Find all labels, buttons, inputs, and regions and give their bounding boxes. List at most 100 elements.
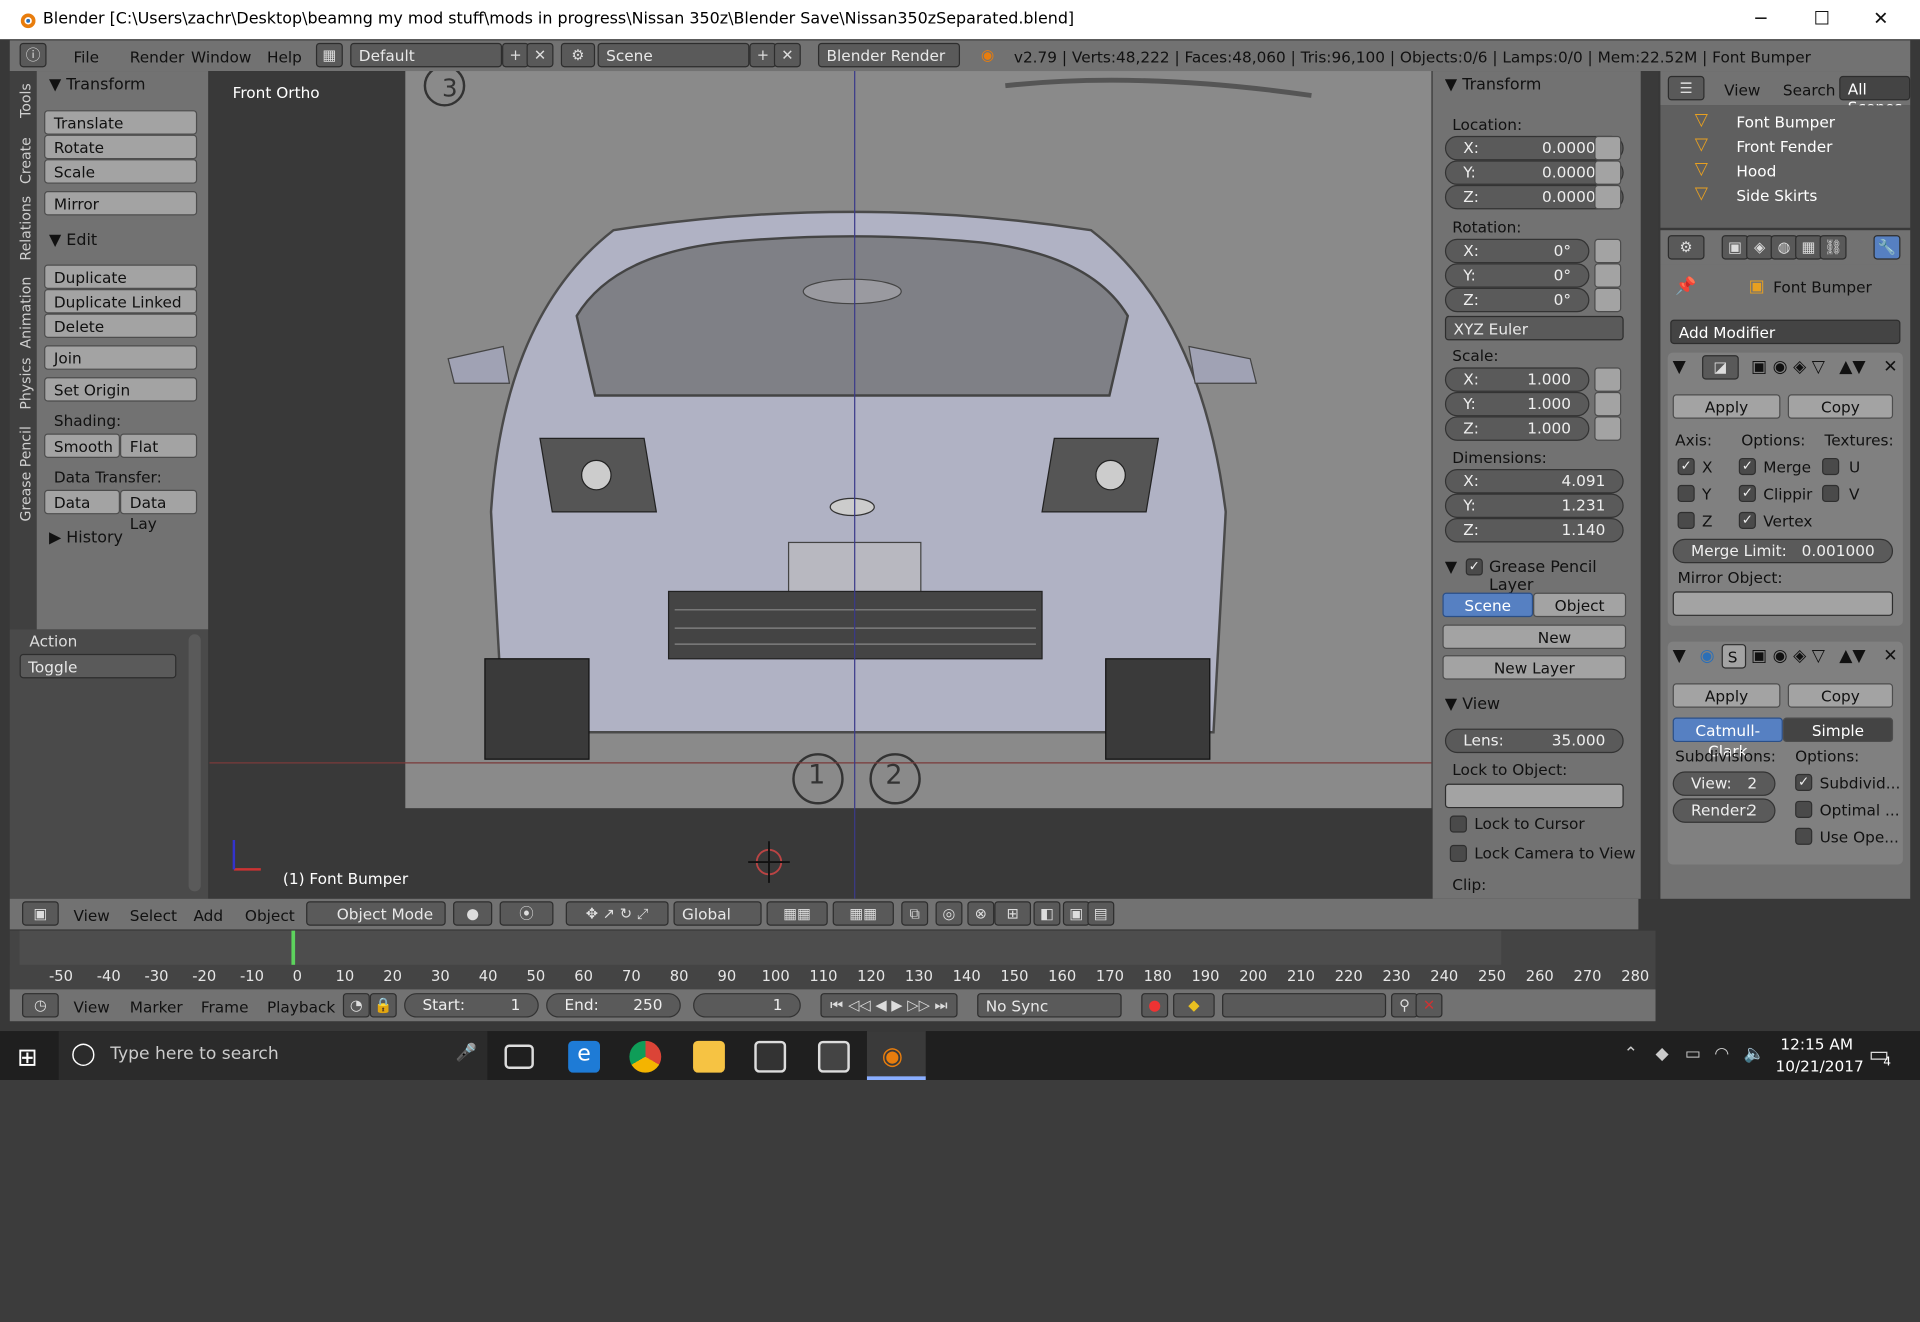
set-origin-dropdown[interactable]: Set Origin [44, 377, 198, 402]
layers-grid2-icon[interactable]: ▦▦ [832, 901, 894, 926]
lock-to-cursor-checkbox[interactable] [1449, 815, 1467, 833]
clock-date[interactable]: 10/21/2017 [1776, 1057, 1864, 1075]
operator-scrollbar[interactable] [188, 634, 201, 892]
record-icon[interactable]: ● [1141, 993, 1169, 1018]
rotate-button[interactable]: Rotate [44, 134, 198, 160]
texture-v-checkbox[interactable] [1822, 484, 1840, 503]
editor-type-icon[interactable]: ⓘ [19, 42, 47, 68]
menu-select[interactable]: Select [130, 906, 177, 924]
timeline-menu-marker[interactable]: Marker [130, 998, 183, 1016]
menu-file[interactable]: File [73, 48, 99, 66]
dimensions-z-field[interactable]: Z: 1.140 [1444, 517, 1624, 543]
menu-render[interactable]: Render [130, 48, 185, 66]
mirror-collapse-icon[interactable]: ▼ [1673, 358, 1686, 378]
chrome-icon[interactable] [629, 1040, 662, 1073]
simple-button[interactable]: Simple [1782, 717, 1894, 743]
lock-to-object-field[interactable] [1444, 783, 1624, 809]
rotation-z-field[interactable]: Z: 0° [1444, 287, 1590, 313]
clock-time[interactable]: 12:15 AM [1780, 1035, 1853, 1053]
view-panel-title[interactable]: ▼ View [1445, 696, 1500, 714]
delete-button[interactable]: Delete [44, 313, 198, 338]
object-context-icon[interactable]: ▦ [1795, 235, 1823, 260]
render-engine-select[interactable]: Blender Render [817, 42, 961, 68]
mirror-copy-button[interactable]: Copy [1787, 394, 1894, 419]
subsurf-visibility-icons[interactable]: ▣ ◉ ◈ ▽ [1751, 647, 1825, 667]
outliner-search-menu[interactable]: Search [1783, 81, 1836, 99]
3d-view-editor-icon[interactable]: ▣ [22, 901, 59, 926]
outliner-display-select[interactable]: All Scenes [1839, 75, 1911, 116]
snap-icon[interactable]: ⊗ [967, 901, 995, 926]
scene-context-icon[interactable]: ◈ [1746, 235, 1774, 260]
add-modifier-select[interactable]: Add Modifier [1670, 319, 1901, 345]
n-panel-scrollbar[interactable] [1640, 71, 1658, 899]
properties-editor-icon[interactable]: ⚙ [1667, 235, 1705, 260]
viewport-shading-icon[interactable]: ● [453, 901, 493, 926]
gp-object-button[interactable]: Object [1533, 592, 1627, 618]
lock-scale-y-icon[interactable] [1594, 391, 1622, 417]
menu-window[interactable]: Window [191, 48, 251, 66]
timeline-menu-view[interactable]: View [73, 998, 109, 1016]
modifier-context-icon[interactable]: 🔧 [1873, 235, 1901, 260]
lock-rotation-y-icon[interactable] [1594, 263, 1622, 288]
scene-add-icon[interactable]: + [749, 42, 777, 68]
menu-view[interactable]: View [73, 906, 109, 924]
proportional-edit-icon[interactable]: ◎ [935, 901, 963, 926]
mail-icon[interactable] [817, 1040, 850, 1073]
axis-x-checkbox[interactable]: ✓ [1677, 457, 1695, 476]
view-levels-field[interactable]: View: 2 [1672, 771, 1776, 796]
outliner-item[interactable]: ▽ Font Bumper [1660, 110, 1910, 134]
scale-button[interactable]: Scale [44, 159, 198, 184]
tray-chevron-icon[interactable]: ⌃ [1624, 1044, 1638, 1064]
translate-button[interactable]: Translate [44, 110, 198, 135]
delete-keyframe-icon[interactable]: ✕ [1415, 993, 1443, 1018]
lock-rotation-z-icon[interactable] [1594, 287, 1622, 313]
axis-y-checkbox[interactable] [1677, 484, 1695, 503]
edit-panel-title[interactable]: ▼ Edit [49, 231, 97, 249]
lock-location-y-icon[interactable] [1594, 160, 1622, 185]
task-view-icon[interactable] [504, 1044, 534, 1069]
sync-mode-select[interactable]: No Sync [977, 993, 1122, 1018]
vertex-groups-checkbox[interactable]: ✓ [1738, 511, 1756, 529]
n-transform-title[interactable]: ▼ Transform [1445, 76, 1542, 94]
use-preview-range-icon[interactable]: ◔ [342, 993, 370, 1018]
mirror-apply-button[interactable]: Apply [1672, 394, 1781, 419]
keying-set-field[interactable] [1222, 993, 1387, 1018]
screen-add-icon[interactable]: + [502, 42, 529, 68]
pin-icon[interactable]: 📌 [1675, 277, 1696, 297]
close-button[interactable]: ✕ [1866, 7, 1895, 31]
axis-z-checkbox[interactable] [1677, 511, 1695, 529]
data-button[interactable]: Data [44, 489, 121, 515]
clipping-checkbox[interactable]: ✓ [1738, 484, 1756, 503]
world-context-icon[interactable]: ◍ [1770, 235, 1798, 260]
lock-rotation-x-icon[interactable] [1594, 238, 1622, 264]
dimensions-y-field[interactable]: Y: 1.231 [1444, 493, 1624, 518]
render-context-icon[interactable]: ▣ [1721, 235, 1749, 260]
scene-remove-icon[interactable]: ✕ [773, 42, 801, 68]
outliner-item[interactable]: ▽ Front Fender [1660, 135, 1910, 159]
timeline-menu-frame[interactable]: Frame [201, 998, 249, 1016]
keying-set-icon[interactable]: ◆ [1173, 993, 1215, 1018]
minimize-button[interactable]: ─ [1746, 7, 1775, 31]
outliner-item[interactable]: ▽ Hood [1660, 159, 1910, 183]
timeline-menu-playback[interactable]: Playback [267, 998, 335, 1016]
duplicate-linked-button[interactable]: Duplicate Linked [44, 288, 198, 314]
blender-taskbar-button[interactable]: ◉ [866, 1031, 926, 1081]
screen-remove-icon[interactable]: ✕ [526, 42, 554, 68]
scale-y-field[interactable]: Y: 1.000 [1444, 391, 1590, 417]
flat-button[interactable]: Flat [120, 433, 198, 458]
lock-camera-checkbox[interactable] [1449, 844, 1467, 863]
outliner-editor-icon[interactable]: ☰ [1667, 75, 1705, 101]
wifi-icon[interactable]: ◠ [1714, 1044, 1729, 1064]
windows-start-icon[interactable]: ⊞ [17, 1042, 38, 1071]
store-icon[interactable] [754, 1040, 787, 1073]
microphone-icon[interactable]: 🎤 [456, 1043, 477, 1063]
rotation-mode-select[interactable]: XYZ Euler [1444, 315, 1624, 341]
orientation-select[interactable]: Global [673, 901, 762, 926]
texture-u-checkbox[interactable] [1822, 457, 1840, 476]
merge-checkbox[interactable]: ✓ [1738, 457, 1756, 476]
subsurf-copy-button[interactable]: Copy [1787, 683, 1894, 708]
constraint-context-icon[interactable]: ⛓ [1819, 235, 1847, 260]
playback-controls-icons[interactable]: ⏮ ◁◁ ◀ ▶ ▷▷ ⏭ [820, 993, 958, 1018]
merge-limit-field[interactable]: Merge Limit: 0.001000 [1672, 538, 1894, 564]
grease-pencil-arrow[interactable]: ▼ [1445, 558, 1457, 576]
